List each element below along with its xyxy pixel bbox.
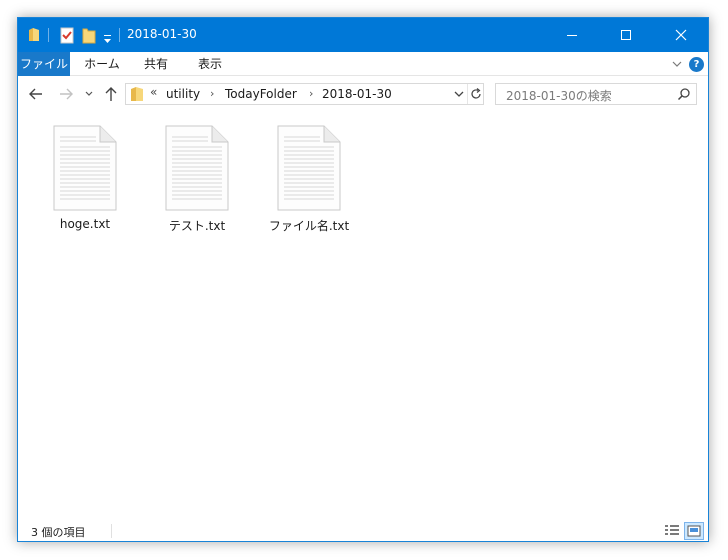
search-box[interactable]: 2018-01-30の検索 (495, 83, 697, 105)
status-divider (111, 524, 112, 538)
tab-home[interactable]: ホーム (80, 52, 124, 76)
file-item[interactable]: ファイル名.txt (259, 125, 359, 235)
refresh-icon (470, 88, 481, 99)
details-view-button[interactable] (663, 522, 681, 540)
maximize-button[interactable] (603, 18, 649, 52)
breadcrumb-current[interactable]: 2018-01-30 (322, 87, 392, 101)
folder-icon[interactable] (27, 26, 41, 44)
window-title: 2018-01-30 (127, 27, 197, 41)
minimize-button[interactable] (549, 18, 595, 52)
help-icon[interactable]: ? (689, 57, 704, 72)
address-dropdown-button[interactable] (451, 84, 467, 104)
tab-share[interactable]: 共有 (136, 52, 176, 76)
chevron-down-icon (85, 91, 93, 96)
tab-view[interactable]: 表示 (190, 52, 230, 76)
large-icons-view-icon (687, 525, 701, 537)
close-icon (675, 29, 687, 41)
customize-dropdown-icon[interactable] (103, 30, 112, 48)
new-folder-icon[interactable] (82, 26, 96, 44)
status-bar: 3 個の項目 (18, 521, 708, 541)
large-icons-view-button[interactable] (684, 522, 704, 540)
file-name[interactable]: ファイル名.txt (259, 217, 359, 234)
file-item[interactable]: hoge.txt (35, 125, 135, 235)
navigation-bar: « utility › TodayFolder › 2018-01-30 201… (18, 77, 708, 111)
breadcrumb-overflow[interactable]: « (150, 85, 157, 99)
tab-file[interactable]: ファイル (18, 52, 70, 76)
up-arrow-icon (105, 87, 117, 101)
text-file-icon (277, 125, 341, 211)
text-file-icon (53, 125, 117, 211)
refresh-button[interactable] (467, 84, 483, 104)
minimize-icon (567, 34, 577, 36)
back-button[interactable] (27, 85, 45, 103)
breadcrumb-todayfolder[interactable]: TodayFolder (225, 87, 297, 101)
search-placeholder[interactable]: 2018-01-30の検索 (506, 87, 612, 104)
breadcrumb-separator[interactable]: › (309, 87, 313, 100)
explorer-window: 2018-01-30 ファイル ホーム 共有 表示 ? « utility › … (17, 17, 709, 542)
expand-ribbon-icon[interactable] (670, 57, 684, 71)
chevron-down-icon (454, 91, 464, 97)
file-item[interactable]: テスト.txt (147, 125, 247, 235)
recent-locations-button[interactable] (83, 85, 95, 103)
folder-icon (129, 86, 145, 105)
file-name[interactable]: テスト.txt (147, 217, 247, 234)
breadcrumb-separator[interactable]: › (210, 87, 214, 100)
forward-button[interactable] (57, 85, 75, 103)
details-view-icon (665, 525, 679, 535)
text-file-icon (165, 125, 229, 211)
maximize-icon (621, 30, 631, 40)
properties-icon[interactable] (60, 26, 74, 44)
forward-arrow-icon (60, 88, 73, 100)
title-bar[interactable]: 2018-01-30 (18, 18, 708, 52)
back-arrow-icon (29, 88, 42, 100)
breadcrumb-utility[interactable]: utility (166, 87, 200, 101)
item-count: 3 個の項目 (31, 526, 86, 539)
close-button[interactable] (658, 18, 704, 52)
address-bar[interactable]: « utility › TodayFolder › 2018-01-30 (125, 83, 484, 105)
toolbar-divider (48, 28, 49, 42)
up-button[interactable] (102, 85, 120, 103)
search-icon[interactable] (677, 87, 691, 104)
ribbon-tabs: ファイル ホーム 共有 表示 ? (18, 52, 708, 76)
file-list-area[interactable]: hoge.txt テスト.txt ファイル名.txt (18, 111, 708, 521)
file-name[interactable]: hoge.txt (35, 217, 135, 231)
toolbar-divider (119, 28, 120, 42)
